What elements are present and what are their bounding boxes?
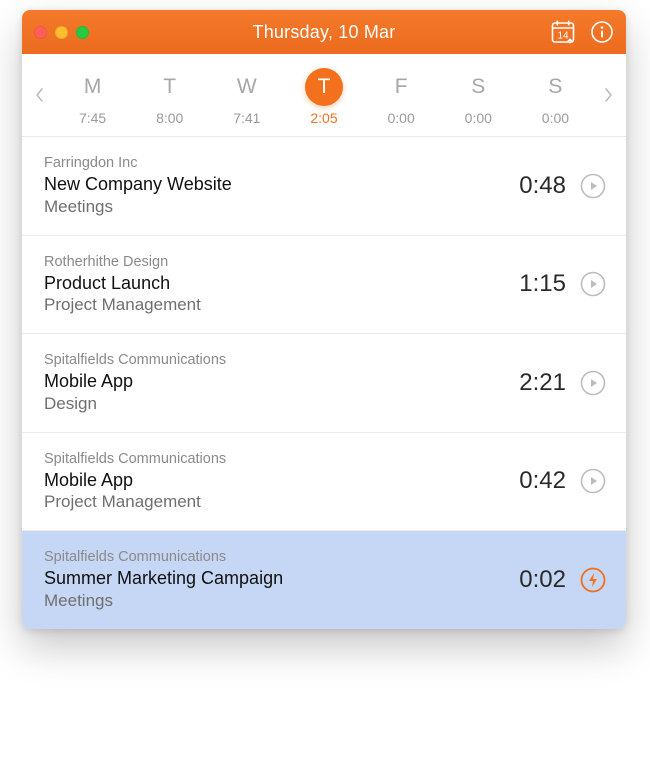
time-entry-row[interactable]: Rotherhithe Design Product LaunchProject … bbox=[22, 236, 626, 335]
day-column[interactable]: F 0:00 bbox=[363, 68, 440, 126]
entry-client: Spitalfields Communications bbox=[44, 352, 492, 368]
entry-project: Summer Marketing Campaign bbox=[44, 567, 492, 590]
entry-task: Project Management bbox=[44, 492, 492, 512]
day-column[interactable]: T 2:05 bbox=[285, 68, 362, 126]
entry-task: Design bbox=[44, 394, 492, 414]
entry-duration: 0:48 bbox=[506, 172, 566, 200]
entry-client: Farringdon Inc bbox=[44, 155, 492, 171]
titlebar-actions: 14 bbox=[550, 19, 614, 45]
entry-client: Spitalfields Communications bbox=[44, 549, 492, 565]
day-letter: F bbox=[382, 68, 420, 106]
day-letter: T bbox=[305, 68, 343, 106]
entry-client: Rotherhithe Design bbox=[44, 254, 492, 270]
day-column[interactable]: S 0:00 bbox=[440, 68, 517, 126]
entry-project: New Company Website bbox=[44, 173, 492, 196]
day-letter: T bbox=[151, 68, 189, 106]
entry-duration: 2:21 bbox=[506, 369, 566, 397]
entry-duration: 1:15 bbox=[506, 270, 566, 298]
start-timer-button[interactable] bbox=[580, 468, 606, 494]
day-duration: 8:00 bbox=[131, 110, 208, 126]
time-entry-row[interactable]: Spitalfields Communications Mobile AppPro… bbox=[22, 433, 626, 532]
day-duration: 0:00 bbox=[517, 110, 594, 126]
day-duration: 2:05 bbox=[285, 110, 362, 126]
app-window: Thursday, 10 Mar 14 bbox=[22, 10, 626, 629]
entry-duration: 0:02 bbox=[506, 566, 566, 594]
time-entry-row[interactable]: Spitalfields Communications Mobile AppDes… bbox=[22, 334, 626, 433]
start-timer-button[interactable] bbox=[580, 173, 606, 199]
zoom-window-button[interactable] bbox=[76, 26, 89, 39]
day-column[interactable]: S 0:00 bbox=[517, 68, 594, 126]
entry-meta: Rotherhithe Design Product LaunchProject … bbox=[44, 254, 492, 316]
day-duration: 7:45 bbox=[54, 110, 131, 126]
calendar-badge-text: 14 bbox=[557, 31, 569, 42]
entry-meta: Spitalfields Communications Mobile AppDes… bbox=[44, 352, 492, 414]
minimize-window-button[interactable] bbox=[55, 26, 68, 39]
time-entry-row[interactable]: Spitalfields Communications Summer Market… bbox=[22, 531, 626, 629]
day-column[interactable]: T 8:00 bbox=[131, 68, 208, 126]
close-window-button[interactable] bbox=[34, 26, 47, 39]
entries-list: Farringdon IncNew Company WebsiteMeeting… bbox=[22, 137, 626, 629]
day-letter: W bbox=[228, 68, 266, 106]
entry-task: Meetings bbox=[44, 197, 492, 217]
entry-meta: Spitalfields Communications Mobile AppPro… bbox=[44, 451, 492, 513]
entry-client: Spitalfields Communications bbox=[44, 451, 492, 467]
day-duration: 7:41 bbox=[208, 110, 285, 126]
day-duration: 0:00 bbox=[440, 110, 517, 126]
running-timer-icon[interactable] bbox=[580, 567, 606, 593]
week-strip: M 7:45 T 8:00 W 7:41 T 2:05 F 0:00 S 0:00 S 0:00 bbox=[22, 54, 626, 137]
entry-project: Product Launch bbox=[44, 272, 492, 295]
days-row: M 7:45 T 8:00 W 7:41 T 2:05 F 0:00 S 0:00 S 0:00 bbox=[54, 68, 594, 126]
entry-task: Meetings bbox=[44, 591, 492, 611]
calendar-today-button[interactable]: 14 bbox=[550, 19, 576, 45]
start-timer-button[interactable] bbox=[580, 271, 606, 297]
start-timer-button[interactable] bbox=[580, 370, 606, 396]
day-duration: 0:00 bbox=[363, 110, 440, 126]
window-title: Thursday, 10 Mar bbox=[22, 22, 626, 43]
day-column[interactable]: M 7:45 bbox=[54, 68, 131, 126]
entry-project: Mobile App bbox=[44, 370, 492, 393]
next-week-button[interactable] bbox=[594, 87, 624, 107]
entry-meta: Spitalfields Communications Summer Market… bbox=[44, 549, 492, 611]
prev-week-button[interactable] bbox=[24, 87, 54, 107]
info-button[interactable] bbox=[590, 20, 614, 44]
day-letter: S bbox=[459, 68, 497, 106]
entry-project: Mobile App bbox=[44, 469, 492, 492]
entry-duration: 0:42 bbox=[506, 467, 566, 495]
entry-task: Project Management bbox=[44, 295, 492, 315]
day-column[interactable]: W 7:41 bbox=[208, 68, 285, 126]
day-letter: S bbox=[536, 68, 574, 106]
day-letter: M bbox=[74, 68, 112, 106]
titlebar: Thursday, 10 Mar 14 bbox=[22, 10, 626, 54]
entry-meta: Farringdon Inc New Company WebsiteMeeting… bbox=[44, 155, 492, 217]
time-entry-row[interactable]: Farringdon Inc New Company WebsiteMeeting… bbox=[22, 137, 626, 236]
window-controls bbox=[34, 26, 89, 39]
